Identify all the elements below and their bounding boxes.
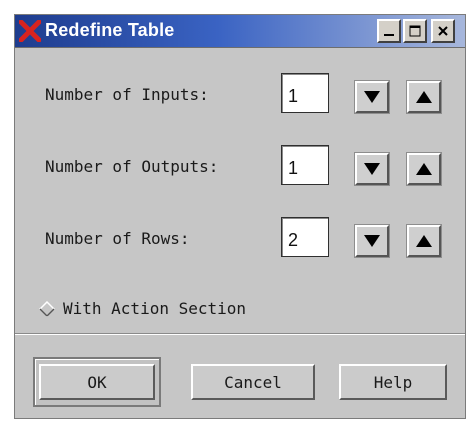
triangle-down-icon — [364, 163, 380, 175]
outputs-label: Number of Outputs: — [45, 157, 219, 176]
minimize-icon — [384, 34, 394, 36]
x-logo-icon — [19, 20, 41, 42]
outputs-decrement-button[interactable] — [354, 152, 390, 186]
minimize-button[interactable] — [377, 19, 401, 43]
help-button[interactable]: Help — [339, 364, 447, 400]
rows-field[interactable] — [281, 217, 329, 257]
title-bar[interactable]: Redefine Table — [15, 15, 465, 48]
inputs-decrement-button[interactable] — [354, 80, 390, 114]
separator — [15, 333, 465, 335]
inputs-label: Number of Inputs: — [45, 85, 209, 104]
diamond-radio-icon[interactable] — [39, 301, 55, 317]
inputs-increment-button[interactable] — [406, 80, 442, 114]
redefine-table-dialog: Redefine Table Number of Inputs: 1 Numbe… — [14, 14, 466, 419]
triangle-down-icon — [364, 91, 380, 103]
cancel-button[interactable]: Cancel — [191, 364, 315, 400]
rows-decrement-button[interactable] — [354, 224, 390, 258]
close-button[interactable] — [431, 19, 455, 43]
rows-label: Number of Rows: — [45, 229, 190, 248]
with-action-section-label[interactable]: With Action Section — [63, 299, 246, 318]
rows-increment-button[interactable] — [406, 224, 442, 258]
window-title: Redefine Table — [45, 20, 175, 40]
outputs-field[interactable] — [281, 145, 329, 185]
triangle-up-icon — [416, 91, 432, 103]
close-icon — [438, 26, 448, 36]
ok-button[interactable]: OK — [39, 364, 155, 400]
inputs-field[interactable] — [281, 73, 329, 113]
outputs-increment-button[interactable] — [406, 152, 442, 186]
maximize-icon — [409, 25, 421, 37]
triangle-down-icon — [364, 235, 380, 247]
triangle-up-icon — [416, 163, 432, 175]
triangle-up-icon — [416, 235, 432, 247]
maximize-button[interactable] — [403, 19, 427, 43]
